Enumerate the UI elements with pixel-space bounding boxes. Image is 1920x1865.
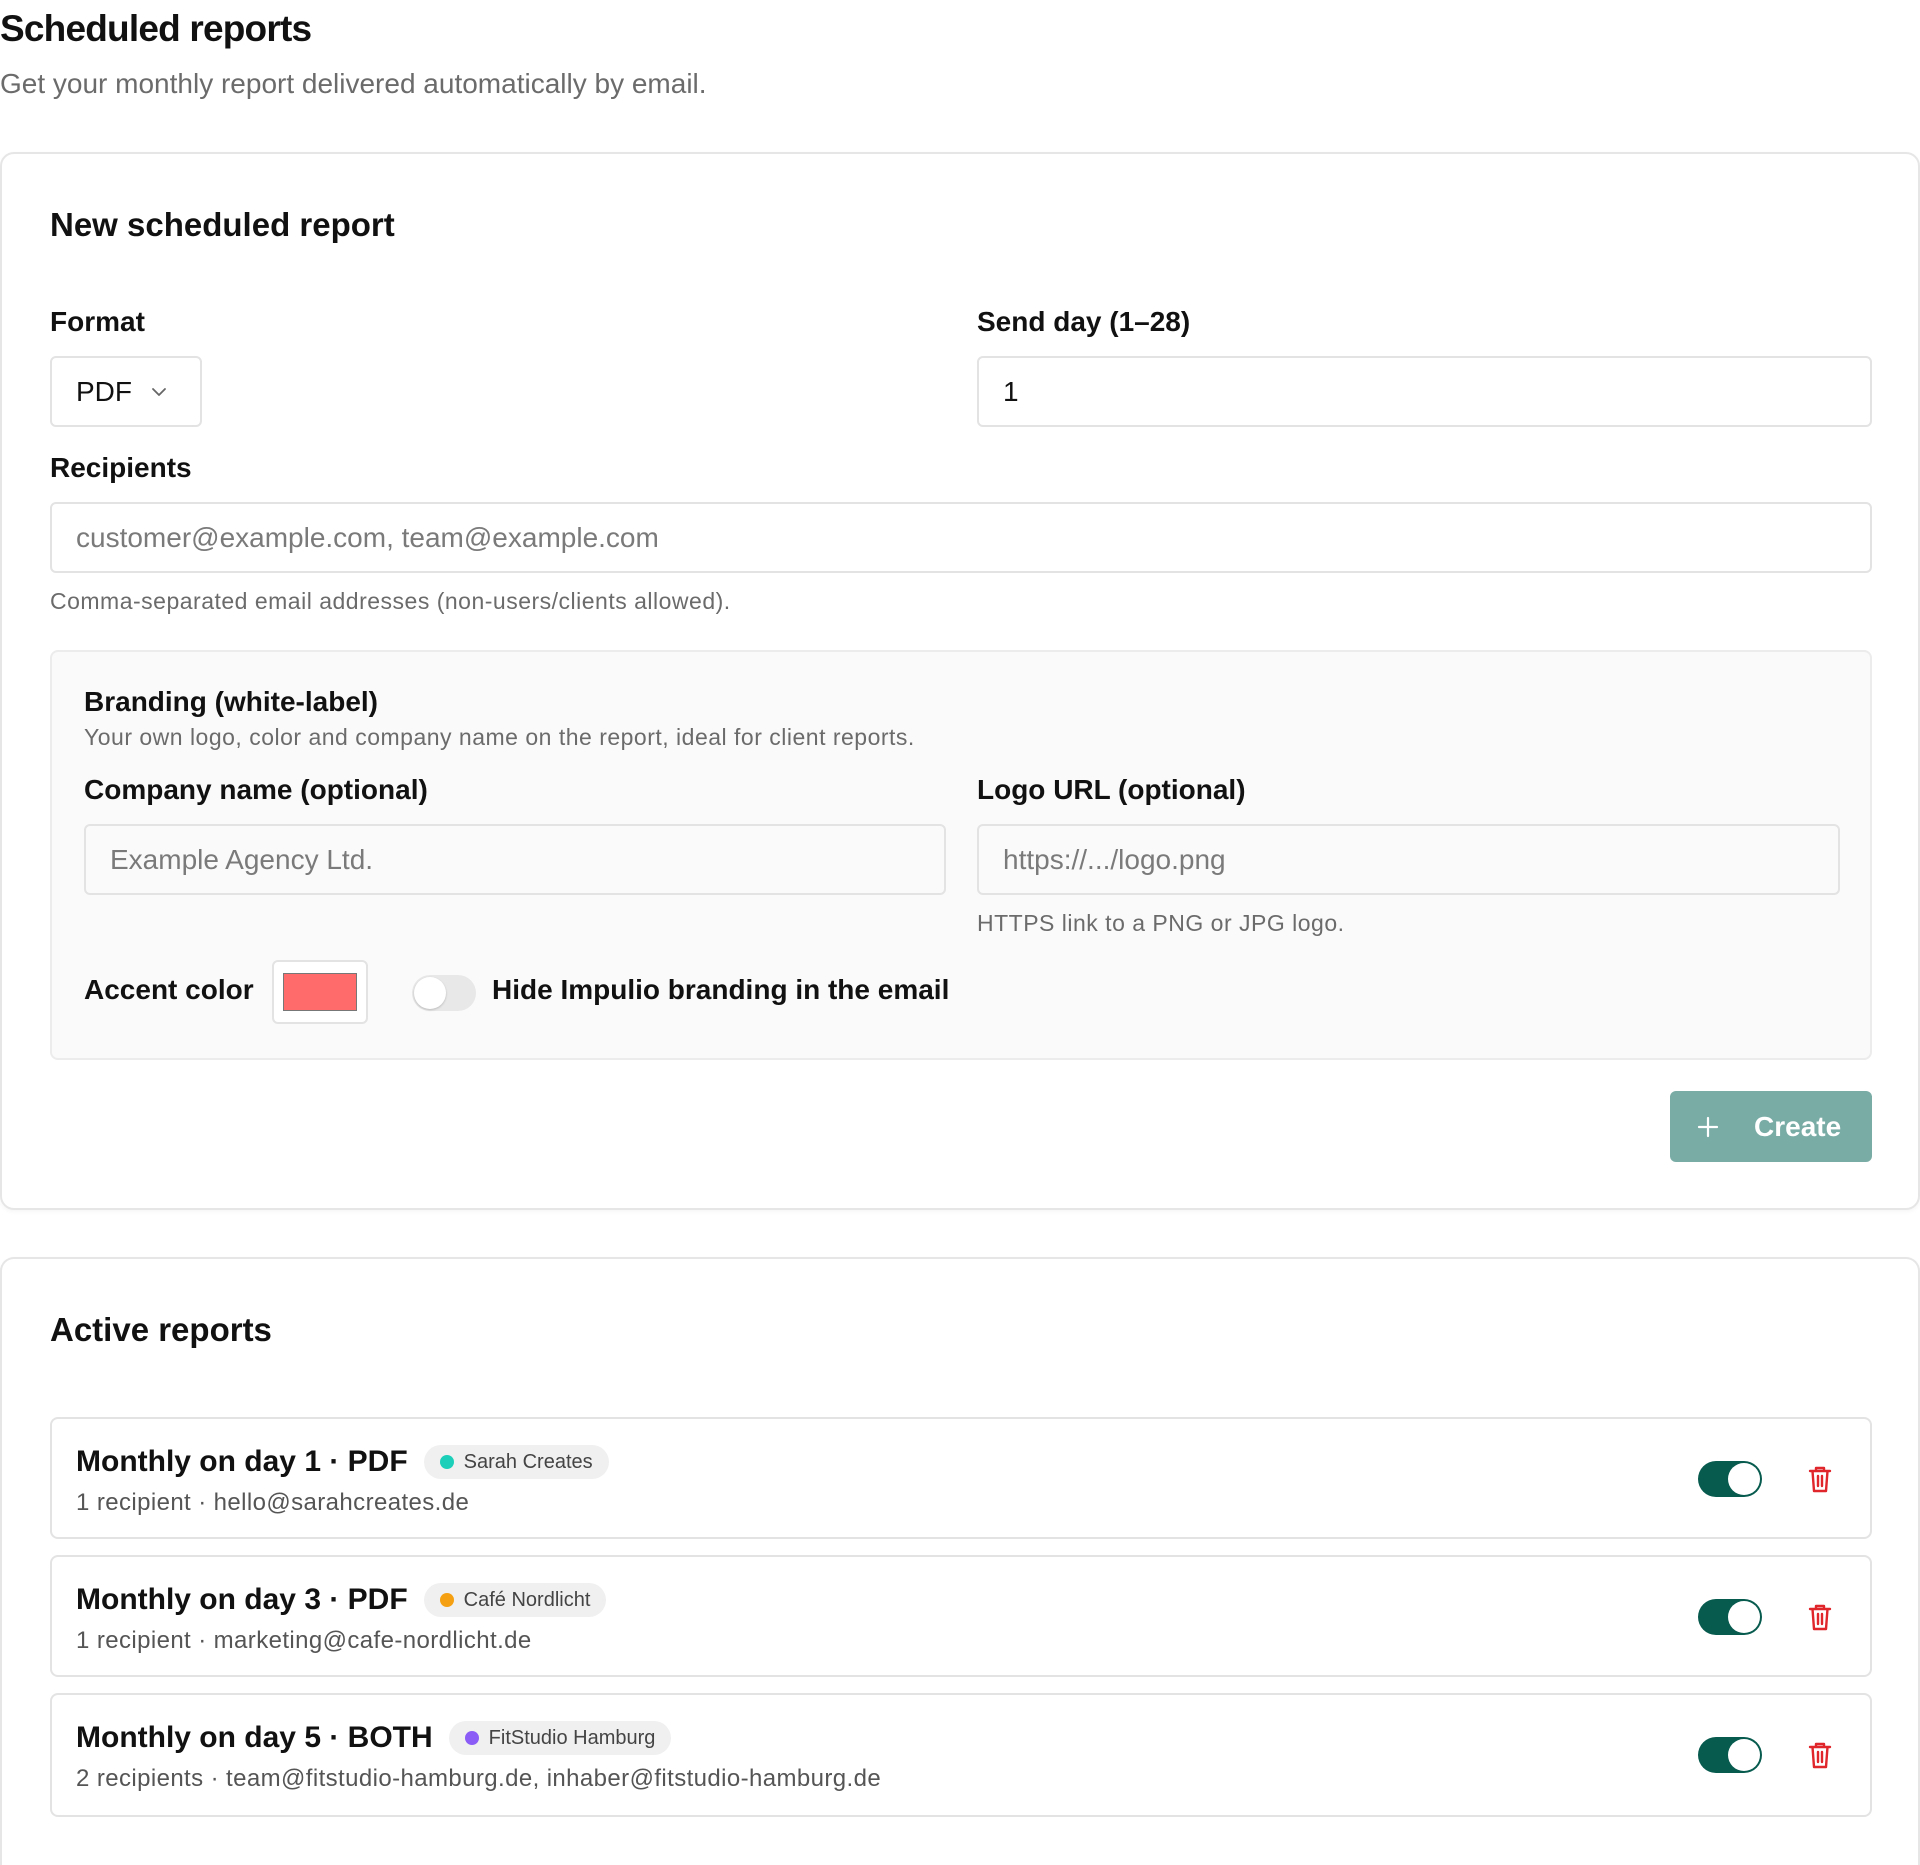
- report-details: 2 recipients · team@fitstudio-hamburg.de…: [76, 1765, 882, 1792]
- hide-branding-label: Hide Impulio branding in the email: [492, 974, 950, 1005]
- company-name-input[interactable]: Example Agency Ltd.: [84, 824, 946, 895]
- page-subtitle: Get your monthly report delivered automa…: [0, 68, 707, 99]
- logo-url-help: HTTPS link to a PNG or JPG logo.: [977, 910, 1345, 936]
- toggle-knob: [1728, 1463, 1760, 1495]
- branding-description: Your own logo, color and company name on…: [84, 724, 915, 750]
- report-details: 1 recipient · hello@sarahcreates.de: [76, 1489, 470, 1516]
- send-day-input[interactable]: 1: [977, 356, 1872, 427]
- report-title-line: Monthly on day 1 · PDF Sarah Creates: [76, 1445, 609, 1479]
- report-enabled-toggle[interactable]: [1698, 1461, 1762, 1497]
- format-label: Format: [50, 306, 145, 337]
- report-enabled-toggle[interactable]: [1698, 1599, 1762, 1635]
- logo-url-input[interactable]: https://.../logo.png: [977, 824, 1840, 895]
- recipients-placeholder: customer@example.com, team@example.com: [76, 521, 659, 553]
- client-badge: Sarah Creates: [423, 1445, 609, 1479]
- plus-icon: [1697, 1116, 1719, 1137]
- page-title: Scheduled reports: [0, 8, 312, 49]
- trash-icon[interactable]: [1804, 1739, 1836, 1771]
- new-report-card: New scheduled report Format PDF Send day…: [0, 152, 1920, 1210]
- report-details: 1 recipient · marketing@cafe-nordlicht.d…: [76, 1627, 532, 1654]
- recipients-label: Recipients: [50, 452, 192, 483]
- report-row: Monthly on day 1 · PDF Sarah Creates 1 r…: [50, 1417, 1872, 1539]
- create-button[interactable]: Create: [1670, 1091, 1872, 1162]
- report-row: Monthly on day 5 · BOTH FitStudio Hambur…: [50, 1693, 1872, 1817]
- client-badge: FitStudio Hamburg: [448, 1721, 672, 1755]
- recipients-help: Comma-separated email addresses (non-use…: [50, 588, 731, 614]
- format-value: PDF: [76, 375, 132, 407]
- logo-url-label: Logo URL (optional): [977, 774, 1246, 805]
- report-title: Monthly on day 5 · BOTH: [76, 1721, 433, 1754]
- report-row: Monthly on day 3 · PDF Café Nordlicht 1 …: [50, 1555, 1872, 1677]
- format-select[interactable]: PDF: [50, 356, 202, 427]
- report-title-line: Monthly on day 5 · BOTH FitStudio Hambur…: [76, 1721, 672, 1755]
- company-name-placeholder: Example Agency Ltd.: [110, 843, 374, 875]
- branding-title: Branding (white-label): [84, 686, 378, 717]
- active-reports-title: Active reports: [50, 1311, 272, 1348]
- send-day-value: 1: [1003, 375, 1019, 407]
- branding-panel: Branding (white-label) Your own logo, co…: [50, 650, 1872, 1060]
- report-title: Monthly on day 3 · PDF: [76, 1583, 408, 1616]
- toggle-knob: [414, 977, 446, 1009]
- new-report-title: New scheduled report: [50, 206, 395, 243]
- hide-branding-toggle[interactable]: [412, 975, 476, 1011]
- client-color-dot: [439, 1455, 454, 1469]
- accent-color-picker[interactable]: [272, 960, 368, 1024]
- recipients-input[interactable]: customer@example.com, team@example.com: [50, 502, 1872, 573]
- client-badge: Café Nordlicht: [423, 1583, 607, 1617]
- toggle-knob: [1728, 1601, 1760, 1633]
- active-reports-card: Active reports Monthly on day 1 · PDF Sa…: [0, 1257, 1920, 1865]
- client-name: FitStudio Hamburg: [488, 1726, 656, 1749]
- company-name-label: Company name (optional): [84, 774, 428, 805]
- client-name: Café Nordlicht: [463, 1588, 591, 1611]
- trash-icon[interactable]: [1804, 1463, 1836, 1495]
- accent-color-label: Accent color: [84, 974, 254, 1005]
- report-title-line: Monthly on day 3 · PDF Café Nordlicht: [76, 1583, 607, 1617]
- toggle-knob: [1728, 1739, 1760, 1771]
- chevron-down-icon: [152, 387, 166, 396]
- send-day-label: Send day (1–28): [977, 306, 1191, 337]
- client-name: Sarah Creates: [463, 1450, 593, 1473]
- accent-color-swatch: [283, 973, 357, 1011]
- trash-icon[interactable]: [1804, 1601, 1836, 1633]
- logo-url-placeholder: https://.../logo.png: [1003, 843, 1226, 875]
- report-title: Monthly on day 1 · PDF: [76, 1445, 408, 1478]
- client-color-dot: [464, 1731, 479, 1745]
- report-enabled-toggle[interactable]: [1698, 1737, 1762, 1773]
- client-color-dot: [439, 1593, 454, 1607]
- create-button-label: Create: [1754, 1110, 1842, 1142]
